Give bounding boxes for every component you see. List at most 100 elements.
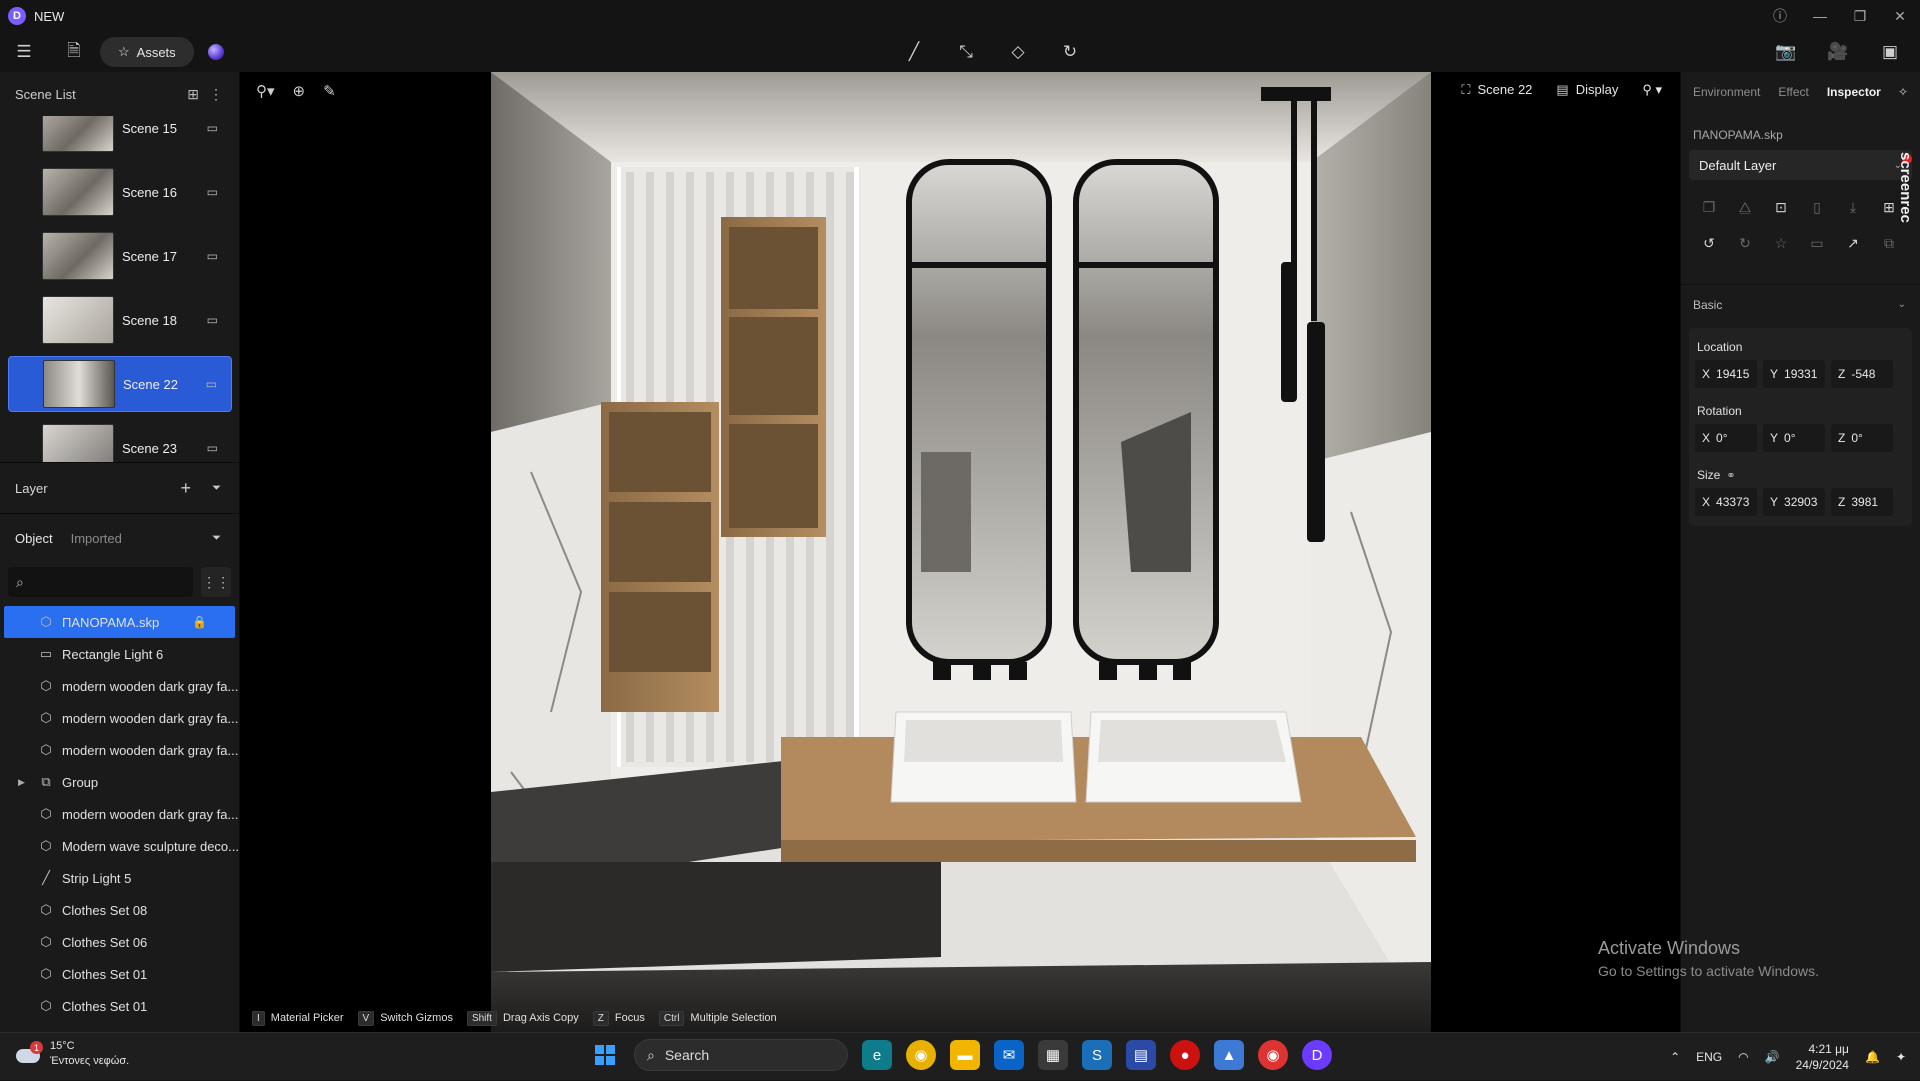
list-item[interactable]: ▶ ⧉ Group [0,766,239,798]
render-queue-icon[interactable]: ▣ [1874,36,1906,68]
ungroup-icon[interactable]: ⧉ [1871,230,1907,256]
expand-arrow-icon[interactable]: ▶ [18,777,25,788]
windows-start-icon[interactable] [590,1040,620,1070]
filter-icon[interactable]: ⏷ [212,482,221,495]
close-button[interactable]: ✕ [1880,0,1920,32]
tab-environment[interactable]: Environment [1693,85,1760,99]
restore-button[interactable]: ❐ [1840,0,1880,32]
path-tool-icon[interactable]: ⤡ [950,36,982,68]
sparkle-icon[interactable]: ✧ [1898,85,1908,99]
edge-icon[interactable]: e [862,1040,892,1070]
mirror-icon[interactable]: ⧋ [1727,194,1763,220]
more-options-icon[interactable]: ⋮ [209,86,223,103]
focus-object-icon[interactable]: ⊡ [1763,194,1799,220]
record-app-icon[interactable]: ● [1170,1040,1200,1070]
drop-to-floor-icon[interactable]: ⤓ [1835,194,1871,220]
grid-view-icon[interactable]: ⋮⋮ [201,567,231,597]
add-layer-icon[interactable]: + [180,478,191,499]
surface-tool-icon[interactable]: ◇ [1002,36,1034,68]
select-brush-icon[interactable]: ✎ [323,82,336,100]
camera-small-icon[interactable]: ▭ [207,441,218,455]
copilot-icon[interactable]: ✦ [1896,1050,1906,1064]
display-button[interactable]: ▤ Display [1556,82,1618,98]
export-icon[interactable]: ↗ [1835,230,1871,256]
weather-widget[interactable]: 1 15°C Έντονες νεφώσ. [16,1039,129,1069]
clock[interactable]: 4:21 μμ 24/9/2024 [1796,1041,1849,1073]
globe-icon[interactable]: ⊕ [293,82,306,100]
camera-small-icon[interactable]: ▭ [206,377,217,391]
chrome-alt-icon[interactable]: ◉ [1258,1040,1288,1070]
list-item[interactable]: ⬡ modern wooden dark gray fa... [0,670,239,702]
list-item[interactable]: ╱ Strip Light 5 [0,862,239,894]
undo-icon[interactable]: ↺ [1691,230,1727,256]
ai-orb-icon[interactable] [207,44,224,60]
taskbar-search[interactable]: ⌕ Search [634,1039,848,1071]
list-item[interactable]: ⬡ ΠΑΝΟΡΑΜΑ.skp 🔒 [4,606,235,638]
size-y-field[interactable]: Y 32903 [1763,488,1825,516]
camera-small-icon[interactable]: ▭ [207,121,218,135]
list-item[interactable]: ⬡ Clothes Set 01 [0,990,239,1022]
line-tool-icon[interactable]: ╱ [898,36,930,68]
menu-icon[interactable]: ☰ [8,36,40,68]
location-x-field[interactable]: X 19415 [1695,360,1757,388]
basic-section-header[interactable]: Basic ⌄ [1681,284,1920,324]
filter-icon[interactable]: ⏷ [212,532,221,545]
tab-imported[interactable]: Imported [71,531,122,546]
object-search-input[interactable]: ⌕ [8,567,194,597]
video-icon[interactable]: 🎥 [1822,36,1854,68]
add-scene-icon[interactable]: ⊞ [187,86,199,103]
rotation-y-field[interactable]: Y 0° [1763,424,1825,452]
language-indicator[interactable]: ENG [1696,1050,1722,1064]
list-item[interactable]: ⬡ modern wooden dark gray fa... [0,734,239,766]
scene-item[interactable]: Scene 23 ▭ [8,420,232,462]
blueprint-app-icon[interactable]: ▤ [1126,1040,1156,1070]
location-z-field[interactable]: Z -548 [1831,360,1893,388]
list-item[interactable]: ⬡ Clothes Set 08 [0,894,239,926]
redo-icon[interactable]: ↻ [1727,230,1763,256]
camera-icon[interactable]: 📷 [1770,36,1802,68]
tab-effect[interactable]: Effect [1778,85,1808,99]
align-icon[interactable]: ▯ [1799,194,1835,220]
chrome-icon[interactable]: ◉ [906,1040,936,1070]
minimize-button[interactable]: — [1800,0,1840,32]
scene-item[interactable]: Scene 17 ▭ [8,228,232,284]
chevron-up-icon[interactable]: ⌃ [1670,1050,1680,1064]
d5-render-icon[interactable]: D [1302,1040,1332,1070]
document-icon[interactable]: 🗎 [58,36,90,68]
render-view[interactable] [491,72,1431,1032]
size-z-field[interactable]: Z 3981 [1831,488,1893,516]
sketchup-icon[interactable]: S [1082,1040,1112,1070]
camera-small-icon[interactable]: ▭ [207,249,218,263]
gizmo-icon[interactable]: ⚲▾ [256,82,275,100]
help-icon[interactable]: ⓘ [1760,0,1800,32]
scene-item[interactable]: Scene 16 ▭ [8,164,232,220]
rotate-tool-icon[interactable]: ↻ [1054,36,1086,68]
rotation-x-field[interactable]: X 0° [1695,424,1757,452]
file-explorer-icon[interactable]: ▬ [950,1040,980,1070]
list-item[interactable]: ⬡ modern wooden dark gray fa... [0,798,239,830]
list-item[interactable]: ⬡ Clothes Set 06 [0,926,239,958]
notifications-icon[interactable]: 🔔 [1865,1050,1880,1064]
camera-small-icon[interactable]: ▭ [207,313,218,327]
folder-icon[interactable]: ▭ [1799,230,1835,256]
lock-icon[interactable]: 🔒 [192,615,207,629]
location-y-field[interactable]: Y 19331 [1763,360,1825,388]
copy-icon[interactable]: ❐ [1691,194,1727,220]
wifi-icon[interactable]: ◠ [1738,1050,1748,1064]
link-ratio-icon[interactable]: ⚭ [1726,469,1735,482]
viewport[interactable]: ⚲▾ ⊕ ✎ ⛶ Scene 22 ▤ Display ⚲ ▾ I Materi… [240,72,1680,1032]
rotation-z-field[interactable]: Z 0° [1831,424,1893,452]
camera-small-icon[interactable]: ▭ [207,185,218,199]
scene-indicator[interactable]: ⛶ Scene 22 [1461,82,1532,98]
list-item[interactable]: ⬡ Clothes Set 01 [0,958,239,990]
list-item[interactable]: ▭ Rectangle Light 6 [0,638,239,670]
size-x-field[interactable]: X 43373 [1695,488,1757,516]
tab-object[interactable]: Object [15,531,53,546]
scene-item[interactable]: Scene 15 ▭ [8,116,232,156]
store-icon[interactable]: ▦ [1038,1040,1068,1070]
layer-select[interactable]: Default Layer ⌄ [1689,150,1912,180]
scene-item-active[interactable]: Scene 22 ▭ [8,356,232,412]
list-item[interactable]: ⬡ Modern wave sculpture deco... [0,830,239,862]
favorite-icon[interactable]: ☆ [1763,230,1799,256]
scene-item[interactable]: Scene 18 ▭ [8,292,232,348]
